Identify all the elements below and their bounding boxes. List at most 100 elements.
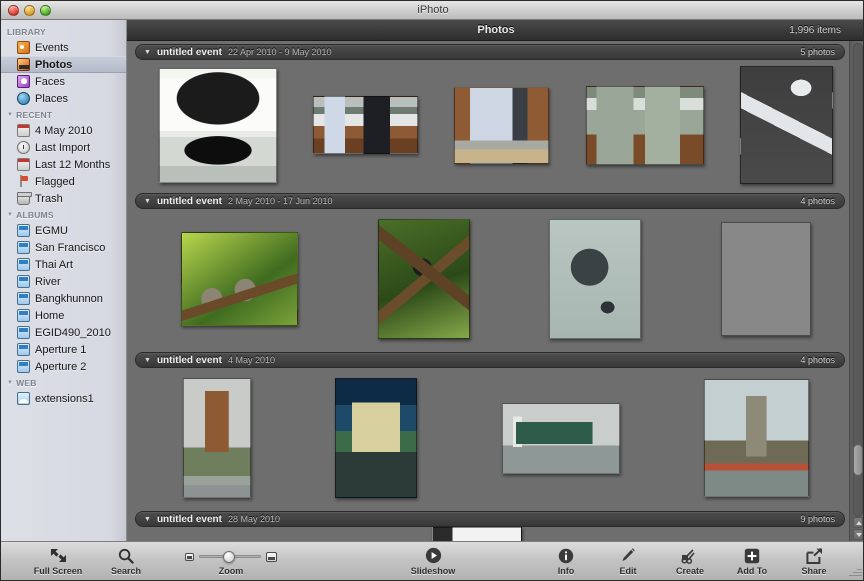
two-laptops-desk-photo[interactable]	[313, 96, 419, 154]
page-title: Photos	[477, 24, 515, 36]
plus-box-icon	[744, 547, 760, 565]
chevron-down-icon: ▼	[7, 380, 14, 386]
bird-in-tree-photo[interactable]	[377, 219, 470, 339]
sidebar-item-label: Last Import	[35, 141, 91, 154]
sidebar-item-home[interactable]: Home	[1, 307, 126, 324]
event-name[interactable]: untitled event	[157, 47, 222, 58]
album-icon	[17, 292, 30, 305]
info-icon	[558, 547, 574, 565]
sidebar[interactable]: LIBRARY Events Photos Faces Places ▼ REC…	[1, 20, 127, 543]
clock-icon	[17, 141, 30, 154]
album-icon	[17, 241, 30, 254]
sidebar-item-label: Trash	[35, 192, 63, 205]
sidebar-item-events[interactable]: Events	[1, 39, 126, 56]
album-icon	[17, 224, 30, 237]
sidebar-item-aperture-2[interactable]: Aperture 2	[1, 358, 126, 375]
computer-mouse-photo[interactable]	[549, 219, 642, 339]
laptop-screen-photo[interactable]	[454, 86, 550, 164]
sidebar-item-bangkhunnon[interactable]: Bangkhunnon	[1, 290, 126, 307]
disclosure-triangle-icon[interactable]: ▼	[144, 49, 151, 56]
album-icon	[17, 275, 30, 288]
toolbar-right-group: Info Edit Create Add To Share	[543, 547, 837, 576]
album-icon	[17, 309, 30, 322]
chevron-down-icon: ▼	[7, 212, 14, 218]
album-icon	[17, 343, 30, 356]
sidebar-section-label: RECENT	[16, 110, 53, 120]
macbook-box-photo[interactable]	[159, 67, 278, 183]
sidebar-item-aperture-1[interactable]: Aperture 1	[1, 341, 126, 358]
sidebar-item-photos[interactable]: Photos	[1, 56, 126, 73]
slideshow-label: Slideshow	[410, 565, 456, 576]
scroll-up-arrow-icon[interactable]	[853, 517, 863, 528]
event-name[interactable]: untitled event	[157, 196, 222, 207]
sidebar-item-label: Places	[35, 92, 69, 105]
sidebar-item-4-may-2010[interactable]: 4 May 2010	[1, 122, 126, 139]
sidebar-item-flagged[interactable]: Flagged	[1, 173, 126, 190]
scroll-down-arrow-icon[interactable]	[853, 529, 863, 540]
pagoda-tower-photo[interactable]	[183, 378, 252, 498]
two-closed-laptops-photo[interactable]	[585, 85, 704, 165]
event-name[interactable]: untitled event	[157, 514, 222, 525]
sidebar-item-river[interactable]: River	[1, 273, 126, 290]
scissors-icon	[681, 547, 699, 565]
event-header[interactable]: ▼ untitled event 4 May 2010 4 photos	[135, 352, 845, 368]
memorial-bridge-photo[interactable]	[501, 402, 620, 474]
scrollbar-thumb[interactable]	[853, 444, 863, 476]
create-button[interactable]: Create	[667, 547, 713, 576]
add-to-label: Add To	[736, 565, 768, 576]
sidebar-section-albums[interactable]: ▼ ALBUMS	[1, 207, 126, 222]
sidebar-item-extensions1[interactable]: extensions1	[1, 390, 126, 407]
content-header: Photos 1,996 items	[127, 20, 863, 41]
event-calendar-icon	[17, 124, 30, 137]
sidebar-item-egid490-2010[interactable]: EGID490_2010	[1, 324, 126, 341]
sidebar-item-label: EGMU	[35, 224, 68, 237]
window-titlebar: iPhoto	[1, 1, 863, 20]
share-button[interactable]: Share	[791, 547, 837, 576]
item-count-label: 1,996 items	[789, 25, 841, 36]
events-icon	[17, 41, 30, 54]
sidebar-item-label: 4 May 2010	[35, 124, 93, 137]
sidebar-item-thai-art[interactable]: Thai Art	[1, 256, 126, 273]
content-area: Photos 1,996 items ▼ untitled event 22 A…	[127, 20, 863, 543]
resize-grip[interactable]	[849, 564, 862, 577]
photo-scroll-area[interactable]: ▼ untitled event 22 Apr 2010 - 9 May 201…	[127, 41, 863, 543]
event-header[interactable]: ▼ untitled event 2 May 2010 - 17 Jun 201…	[135, 193, 845, 209]
album-icon	[17, 258, 30, 271]
edit-button[interactable]: Edit	[605, 547, 651, 576]
disclosure-triangle-icon[interactable]: ▼	[144, 516, 151, 523]
sidebar-item-last-12-months[interactable]: Last 12 Months	[1, 156, 126, 173]
sidebar-section-web[interactable]: ▼ WEB	[1, 375, 126, 390]
event-header[interactable]: ▼ untitled event 22 Apr 2010 - 9 May 201…	[135, 44, 845, 60]
scrollbar-arrows[interactable]	[853, 517, 863, 541]
share-arrow-icon	[805, 547, 823, 565]
riverside-hotel-photo[interactable]	[335, 378, 418, 498]
sidebar-item-last-import[interactable]: Last Import	[1, 139, 126, 156]
info-label: Info	[557, 565, 575, 576]
event-name[interactable]: untitled event	[157, 355, 222, 366]
sidebar-item-san-francisco[interactable]: San Francisco	[1, 239, 126, 256]
trash-icon	[17, 191, 32, 205]
sidebar-item-trash[interactable]: Trash	[1, 190, 126, 207]
magsafe-connector-photo[interactable]	[739, 66, 833, 184]
vertical-scrollbar[interactable]	[849, 41, 863, 543]
disclosure-triangle-icon[interactable]: ▼	[144, 357, 151, 364]
sidebar-item-faces[interactable]: Faces	[1, 73, 126, 90]
add-to-button[interactable]: Add To	[729, 547, 775, 576]
album-icon	[17, 326, 30, 339]
web-album-icon	[17, 392, 30, 405]
edit-label: Edit	[619, 565, 637, 576]
red-flower-photo[interactable]	[721, 222, 812, 336]
flag-icon	[17, 175, 30, 188]
wat-arun-temple-photo[interactable]	[703, 379, 809, 497]
sidebar-section-recent[interactable]: ▼ RECENT	[1, 107, 126, 122]
info-button[interactable]: Info	[543, 547, 589, 576]
event-header[interactable]: ▼ untitled event 28 May 2010 9 photos	[135, 511, 845, 527]
disclosure-triangle-icon[interactable]: ▼	[144, 198, 151, 205]
sidebar-item-places[interactable]: Places	[1, 90, 126, 107]
slideshow-button[interactable]: Slideshow	[410, 547, 456, 576]
faces-icon	[17, 75, 30, 88]
sidebar-item-egmu[interactable]: EGMU	[1, 222, 126, 239]
album-icon	[17, 360, 30, 373]
event-photo-count: 5 photos	[800, 47, 835, 57]
two-birds-branch-photo[interactable]	[180, 232, 298, 326]
